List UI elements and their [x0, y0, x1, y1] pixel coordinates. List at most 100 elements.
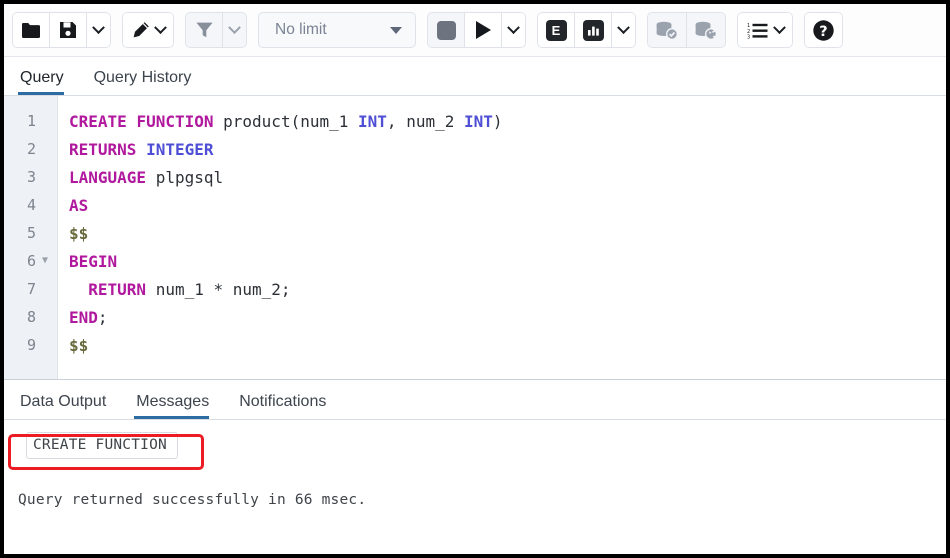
filter-options-dropdown[interactable] — [222, 12, 247, 48]
code-token: RETURNS — [69, 140, 136, 159]
execute-query-button[interactable] — [464, 12, 502, 48]
tab-query-history-label: Query History — [94, 69, 192, 86]
save-options-dropdown[interactable] — [86, 12, 111, 48]
line-number: 7▼ — [4, 275, 57, 303]
code-token: CREATE — [69, 112, 127, 131]
execute-options-dropdown[interactable] — [501, 12, 526, 48]
code-token: AS — [69, 196, 88, 215]
code-token: BEGIN — [69, 252, 117, 271]
message-status-text: Query returned successfully in 66 msec. — [4, 492, 946, 508]
code-token: INT — [464, 112, 493, 131]
numbered-list-icon: 1 2 3 — [747, 22, 769, 39]
execute-button-group — [427, 12, 526, 48]
line-number-gutter: 1▼2▼3▼4▼5▼6▼7▼8▼9▼ — [4, 96, 58, 379]
tab-data-output-label: Data Output — [20, 393, 106, 410]
code-line: AS — [69, 191, 946, 219]
line-number: 5▼ — [4, 219, 57, 247]
query-tool-toolbar: No limit E — [4, 4, 946, 57]
chevron-down-icon — [507, 21, 520, 34]
code-token: , — [387, 112, 397, 131]
code-token: FUNCTION — [136, 112, 213, 131]
message-result-text: CREATE FUNCTION — [26, 432, 178, 459]
commit-button[interactable] — [647, 12, 687, 48]
output-tab-bar: Data Output Messages Notifications — [4, 380, 946, 420]
stop-square-icon — [437, 21, 456, 40]
code-token — [348, 112, 358, 131]
chevron-down-icon — [154, 21, 167, 34]
edit-button[interactable] — [122, 12, 174, 48]
code-token — [127, 112, 137, 131]
help-button-group: ? — [804, 12, 843, 48]
line-number: 9▼ — [4, 331, 57, 359]
svg-text:3: 3 — [747, 34, 750, 38]
tab-notifications[interactable]: Notifications — [237, 393, 338, 419]
code-line: END; — [69, 303, 946, 331]
sql-editor[interactable]: 1▼2▼3▼4▼5▼6▼7▼8▼9▼ CREATE FUNCTION produ… — [4, 96, 946, 379]
tab-notifications-label: Notifications — [239, 393, 326, 410]
code-line: $$ — [69, 219, 946, 247]
bar-chart-icon — [583, 20, 604, 41]
code-token: END — [69, 308, 98, 327]
play-icon — [476, 21, 491, 39]
caret-down-icon — [390, 27, 402, 34]
save-file-button[interactable] — [49, 12, 87, 48]
macros-button[interactable]: 1 2 3 — [737, 12, 793, 48]
code-token: ) — [493, 112, 503, 131]
chevron-down-icon — [92, 21, 105, 34]
tab-query[interactable]: Query — [18, 69, 76, 95]
line-number: 4▼ — [4, 191, 57, 219]
help-button[interactable]: ? — [804, 12, 843, 48]
sql-code-area[interactable]: CREATE FUNCTION product(num_1 INT, num_2… — [58, 96, 946, 379]
code-token: $$ — [69, 224, 88, 243]
macro-button-group: 1 2 3 — [737, 12, 793, 48]
chevron-down-icon — [617, 21, 630, 34]
code-token: INT — [358, 112, 387, 131]
filter-button-group — [185, 12, 247, 48]
code-line: RETURN num_1 * num_2; — [69, 275, 946, 303]
tab-messages[interactable]: Messages — [134, 393, 221, 419]
chevron-down-icon — [228, 21, 241, 34]
database-undo-icon — [694, 21, 718, 40]
messages-panel: CREATE FUNCTION Query returned successfu… — [4, 420, 946, 555]
explain-analyze-button[interactable] — [574, 12, 612, 48]
explain-e-icon: E — [546, 20, 567, 41]
line-number: 8▼ — [4, 303, 57, 331]
tab-query-label: Query — [20, 69, 64, 86]
row-limit-value: No limit — [275, 21, 327, 39]
chevron-down-icon — [773, 21, 786, 34]
transaction-button-group — [647, 12, 726, 48]
code-token — [146, 280, 156, 299]
tab-messages-label: Messages — [136, 393, 209, 410]
explain-options-dropdown[interactable] — [611, 12, 636, 48]
code-token — [146, 168, 156, 187]
code-fold-toggle-icon[interactable]: ▼ — [39, 256, 51, 266]
folder-icon — [21, 22, 41, 39]
code-token — [214, 112, 224, 131]
line-number: 2▼ — [4, 135, 57, 163]
rollback-button[interactable] — [686, 12, 726, 48]
tab-data-output[interactable]: Data Output — [18, 393, 118, 419]
code-token: product(num_1 — [223, 112, 348, 131]
code-token — [136, 140, 146, 159]
row-limit-select[interactable]: No limit — [258, 12, 416, 48]
code-token: num_2 — [397, 112, 455, 131]
stop-query-button[interactable] — [427, 12, 465, 48]
code-token — [454, 112, 464, 131]
save-icon — [59, 21, 77, 39]
code-line: LANGUAGE plpgsql — [69, 163, 946, 191]
pgadmin-query-tool-window: No limit E — [0, 0, 950, 558]
code-token — [69, 280, 88, 299]
code-token: ; — [98, 308, 108, 327]
pencil-icon — [131, 21, 150, 40]
svg-text:?: ? — [819, 24, 827, 40]
code-token: plpgsql — [156, 168, 223, 187]
line-number: 3▼ — [4, 163, 57, 191]
filter-button[interactable] — [185, 12, 223, 48]
line-number: 6▼ — [4, 247, 57, 275]
code-token: num_1 * num_2; — [156, 280, 291, 299]
explain-button-group: E — [537, 12, 636, 48]
open-file-button[interactable] — [12, 12, 50, 48]
explain-button[interactable]: E — [537, 12, 575, 48]
code-token: RETURN — [88, 280, 146, 299]
tab-query-history[interactable]: Query History — [92, 69, 204, 95]
